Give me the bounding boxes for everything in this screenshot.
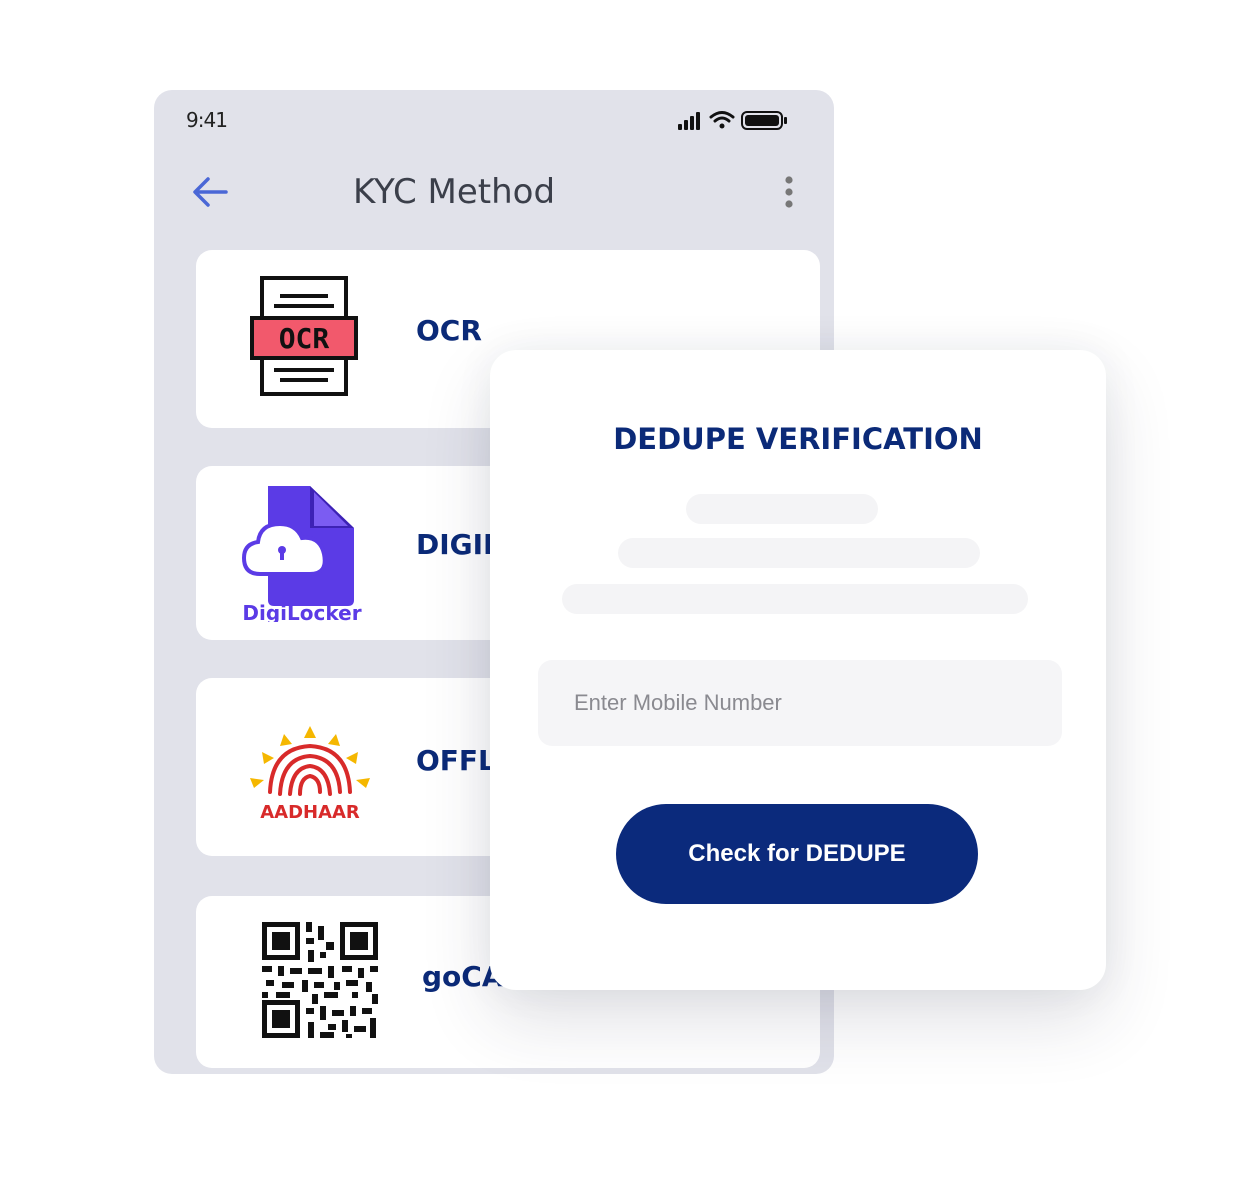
signal-icon bbox=[678, 112, 700, 130]
dedupe-title: DEDUPE VERIFICATION bbox=[613, 422, 983, 456]
skeleton-line bbox=[562, 584, 1028, 614]
wifi-icon bbox=[709, 111, 735, 129]
method-label: DIGIL bbox=[416, 528, 501, 561]
status-time: 9:41 bbox=[186, 108, 228, 132]
check-dedupe-button[interactable]: Check for DEDUPE bbox=[616, 804, 978, 904]
mobile-number-input[interactable] bbox=[538, 660, 1062, 746]
skeleton-line bbox=[618, 538, 980, 568]
digilocker-logo: DigiLocker bbox=[241, 486, 362, 622]
dedupe-verification-card: DEDUPE VERIFICATION Check for DEDUPE bbox=[490, 350, 1106, 990]
page-title: KYC Method bbox=[352, 172, 556, 212]
more-options-icon[interactable] bbox=[774, 172, 804, 212]
svg-text:OCR: OCR bbox=[279, 322, 330, 355]
ocr-document-icon: OCR bbox=[250, 276, 358, 396]
battery-icon bbox=[741, 111, 787, 130]
qr-code-icon bbox=[262, 922, 378, 1038]
aadhaar-logo: AADHAAR bbox=[250, 726, 370, 822]
status-icons bbox=[678, 111, 787, 130]
method-label: OCR bbox=[416, 314, 482, 347]
svg-text:DigiLocker: DigiLocker bbox=[242, 601, 361, 622]
skeleton-line bbox=[686, 494, 878, 524]
svg-text:AADHAAR: AADHAAR bbox=[260, 802, 360, 822]
